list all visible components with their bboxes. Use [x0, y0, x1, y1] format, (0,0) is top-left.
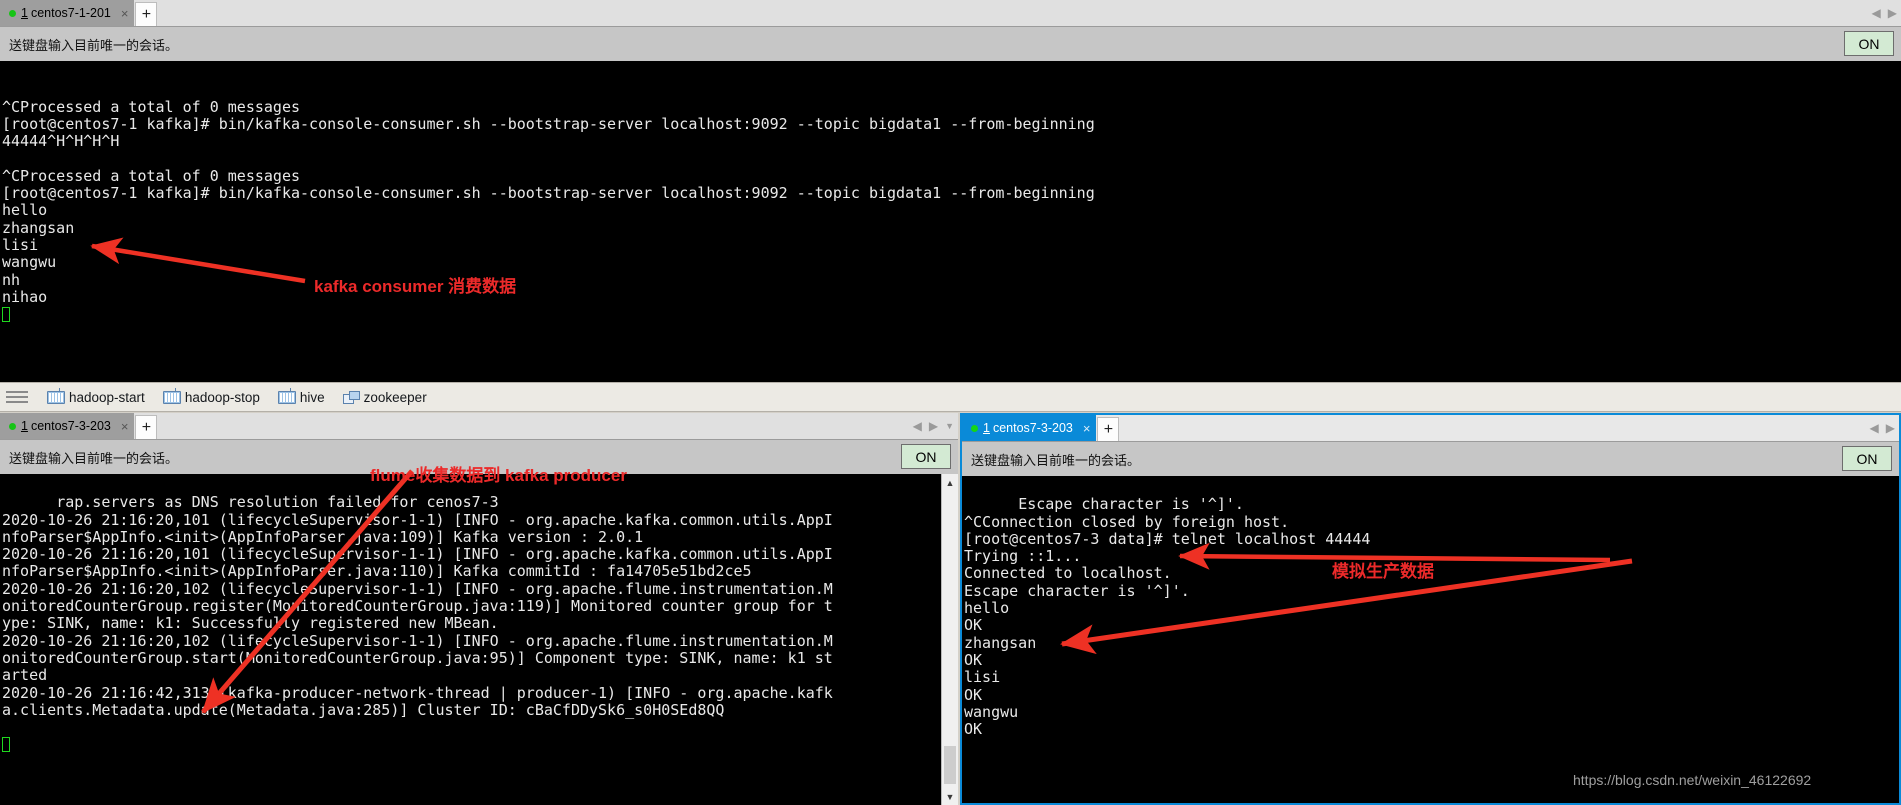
- top-window-tab-nav: ◀ ▶: [1872, 0, 1897, 26]
- right-window-tab-nav: ◀ ▶: [1870, 415, 1895, 441]
- hamburger-menu-icon[interactable]: [6, 391, 28, 403]
- keyboard-broadcast-hint: 送键盘输入目前唯一的会话。: [9, 37, 179, 53]
- top-terminal-text: ^CProcessed a total of 0 messages [root@…: [2, 97, 1095, 306]
- right-terminal-text: Escape character is '^]'. ^CConnection c…: [964, 495, 1371, 739]
- annotation-mock-data: 模拟生产数据: [1332, 562, 1434, 581]
- annotation-flume-producer: flume收集数据到 kafka producer: [370, 466, 627, 485]
- bookmark-hive[interactable]: hive: [271, 387, 332, 407]
- tab-label: centos7-3-203: [992, 421, 1073, 435]
- close-icon[interactable]: ×: [1083, 422, 1091, 435]
- scroll-down-arrow[interactable]: ▼: [942, 788, 958, 805]
- right-window-hint-row: 送键盘输入目前唯一的会话。 ON: [962, 442, 1899, 476]
- left-terminal-scrollbar[interactable]: ▲ ▼: [941, 474, 958, 805]
- terminal-cursor: [2, 737, 10, 753]
- session-status-dot: [9, 9, 16, 17]
- broadcast-on-button[interactable]: ON: [901, 444, 951, 469]
- chevron-left-icon[interactable]: ◀: [913, 419, 922, 433]
- tab-centos7-1-201[interactable]: 1 centos7-1-201 ×: [0, 0, 135, 26]
- bookmark-label: hive: [299, 389, 325, 405]
- broadcast-on-button[interactable]: ON: [1844, 31, 1894, 56]
- scrollbar-thumb[interactable]: [944, 746, 956, 784]
- close-icon[interactable]: ×: [121, 420, 129, 433]
- screenshot-root: 1 centos7-1-201 × + ◀ ▶ 送键盘输入目前唯一的会话。 ON…: [0, 0, 1901, 805]
- tab-label: centos7-3-203: [30, 419, 111, 433]
- session-status-dot: [971, 424, 978, 432]
- chevron-left-icon[interactable]: ◀: [1872, 6, 1881, 20]
- left-terminal-text: rap.servers as DNS resolution failed for…: [2, 493, 833, 719]
- bookmark-zookeeper[interactable]: zookeeper: [336, 388, 434, 407]
- keyboard-icon: [47, 387, 65, 404]
- chevron-right-icon[interactable]: ▶: [1888, 6, 1897, 20]
- chevron-left-icon[interactable]: ◀: [1870, 421, 1879, 435]
- chevron-down-icon[interactable]: ▼: [945, 421, 954, 431]
- bookmark-label: hadoop-stop: [184, 389, 260, 405]
- keyboard-broadcast-hint: 送键盘输入目前唯一的会话。: [971, 452, 1141, 468]
- top-terminal-output[interactable]: ^CProcessed a total of 0 messages [root@…: [0, 61, 1901, 382]
- session-status-dot: [9, 422, 16, 430]
- tab-label: centos7-1-201: [30, 6, 111, 20]
- bookmark-label: zookeeper: [363, 389, 427, 405]
- broadcast-on-button[interactable]: ON: [1842, 446, 1892, 471]
- left-window-tab-nav: ◀ ▶ ▼: [913, 413, 954, 439]
- watermark-url: https://blog.csdn.net/weixin_46122692: [1573, 772, 1812, 788]
- bookmark-label: hadoop-start: [69, 389, 145, 405]
- tab-index: 1: [21, 6, 28, 20]
- top-window-hint-row: 送键盘输入目前唯一的会话。 ON: [0, 27, 1901, 61]
- top-window-tabstrip: 1 centos7-1-201 × + ◀ ▶: [0, 0, 1901, 27]
- chevron-right-icon[interactable]: ▶: [1886, 421, 1895, 435]
- bookmark-hadoop-stop[interactable]: hadoop-stop: [156, 387, 267, 407]
- left-terminal-output[interactable]: rap.servers as DNS resolution failed for…: [0, 474, 941, 805]
- chevron-right-icon[interactable]: ▶: [929, 419, 938, 433]
- new-tab-button[interactable]: +: [135, 2, 158, 26]
- bookmark-bar: hadoop-start hadoop-stop hive zookeeper: [0, 382, 1901, 412]
- scroll-up-arrow[interactable]: ▲: [942, 474, 958, 491]
- tab-centos7-3-203-right[interactable]: 1 centos7-3-203 ×: [962, 415, 1097, 441]
- right-window-tabstrip: 1 centos7-3-203 × + ◀ ▶: [962, 415, 1899, 442]
- annotation-kafka-consumer: kafka consumer 消费数据: [314, 277, 517, 296]
- keyboard-broadcast-hint: 送键盘输入目前唯一的会话。: [9, 450, 179, 466]
- new-tab-button[interactable]: +: [1097, 417, 1120, 441]
- top-terminal-window: 1 centos7-1-201 × + ◀ ▶ 送键盘输入目前唯一的会话。 ON…: [0, 0, 1901, 382]
- tab-index: 1: [21, 419, 28, 433]
- right-terminal-window: 1 centos7-3-203 × + ◀ ▶ 送键盘输入目前唯一的会话。 ON…: [960, 413, 1901, 805]
- bookmark-hadoop-start[interactable]: hadoop-start: [40, 387, 152, 407]
- window-icon: [342, 390, 360, 404]
- left-window-tabstrip: 1 centos7-3-203 × + ◀ ▶ ▼: [0, 413, 958, 440]
- close-icon[interactable]: ×: [121, 7, 129, 20]
- keyboard-icon: [277, 387, 296, 404]
- tab-centos7-3-203-left[interactable]: 1 centos7-3-203 ×: [0, 413, 135, 439]
- tab-index: 1: [983, 421, 990, 435]
- new-tab-button[interactable]: +: [135, 415, 158, 439]
- right-terminal-output[interactable]: Escape character is '^]'. ^CConnection c…: [962, 476, 1899, 803]
- keyboard-icon: [162, 387, 181, 404]
- terminal-cursor: [2, 307, 10, 323]
